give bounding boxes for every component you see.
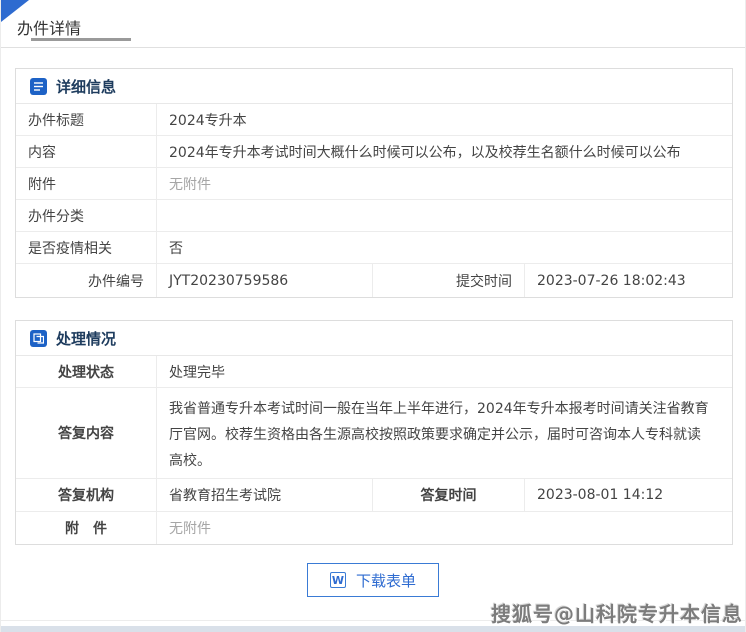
table-row-attachment: 附 件 无附件 <box>16 512 732 544</box>
download-form-button[interactable]: W 下载表单 <box>306 563 439 597</box>
page-container: 办件详情 详细信息 办件标题 2024专升本 内容 2024年专升本考试时间大概… <box>0 0 746 632</box>
table-row: 内容 2024年专升本考试时间大概什么时候可以公布，以及校荐生名额什么时候可以公… <box>16 136 732 168</box>
reply-org-value: 省教育招生考试院 <box>169 488 281 504</box>
status-label: 处理状态 <box>16 356 157 387</box>
documents-copy-icon <box>30 329 47 347</box>
row-label: 办件标题 <box>16 104 157 135</box>
submit-time-label: 提交时间 <box>372 264 525 297</box>
detail-info-title: 详细信息 <box>56 77 117 96</box>
reply-content-label: 答复内容 <box>16 388 157 478</box>
tab-active-underline <box>31 38 131 41</box>
table-row-reply: 答复内容 我省普通专升本考试时间一般在当年上半年进行，2024年专升本报考时间请… <box>16 388 732 479</box>
tab-item-detail-label: 办件详情 <box>17 19 82 38</box>
attachment-value: 无附件 <box>169 521 211 537</box>
reply-content-value: 我省普通专升本考试时间一般在当年上半年进行，2024年专升本报考时间请关注省教育… <box>169 401 709 469</box>
reply-time-label: 答复时间 <box>372 479 525 511</box>
download-form-label: 下载表单 <box>355 571 416 590</box>
table-row: 办件标题 2024专升本 <box>16 104 732 136</box>
table-row: 办件分类 <box>16 200 732 232</box>
tab-item-detail[interactable]: 办件详情 <box>17 15 131 41</box>
tab-bar: 办件详情 <box>1 0 745 48</box>
table-row-reply-org: 答复机构 省教育招生考试院 答复时间 2023-08-01 14:12 <box>16 479 732 512</box>
table-row-status: 处理状态 处理完毕 <box>16 356 732 388</box>
document-list-icon <box>30 77 47 95</box>
item-number-value: JYT20230759586 <box>169 272 289 289</box>
submit-time-value: 2023-07-26 18:02:43 <box>537 272 686 289</box>
reply-time-value: 2023-08-01 14:12 <box>537 487 664 503</box>
status-value: 处理完毕 <box>169 364 225 381</box>
detail-info-header: 详细信息 <box>16 69 732 104</box>
row-value: 否 <box>169 240 183 257</box>
row-label: 附件 <box>16 168 157 199</box>
table-row: 是否疫情相关 否 <box>16 232 732 264</box>
action-button-row: W 下载表单 <box>1 563 745 597</box>
table-row: 附件 无附件 <box>16 168 732 200</box>
word-file-icon: W <box>329 572 346 588</box>
row-label: 内容 <box>16 136 157 167</box>
detail-info-section: 详细信息 办件标题 2024专升本 内容 2024年专升本考试时间大概什么时候可… <box>15 68 733 298</box>
process-status-title: 处理情况 <box>56 329 117 348</box>
table-row-item-number: 办件编号 JYT20230759586 提交时间 2023-07-26 18:0… <box>16 264 732 297</box>
process-status-section: 处理情况 处理状态 处理完毕 答复内容 我省普通专升本考试时间一般在当年上半年进… <box>15 320 733 545</box>
row-value <box>157 200 732 231</box>
row-label: 办件分类 <box>16 200 157 231</box>
item-number-label: 办件编号 <box>16 264 157 297</box>
row-value: 2024专升本 <box>169 112 247 129</box>
attachment-label: 附 件 <box>16 512 157 544</box>
row-label: 是否疫情相关 <box>16 232 157 263</box>
row-value: 2024年专升本考试时间大概什么时候可以公布，以及校荐生名额什么时候可以公布 <box>169 144 681 161</box>
sohu-watermark: 搜狐号@山科院专升本信息 <box>491 602 743 626</box>
process-status-header: 处理情况 <box>16 321 732 356</box>
row-value: 无附件 <box>169 176 211 193</box>
bottom-strip <box>1 626 745 632</box>
reply-org-label: 答复机构 <box>16 479 157 511</box>
